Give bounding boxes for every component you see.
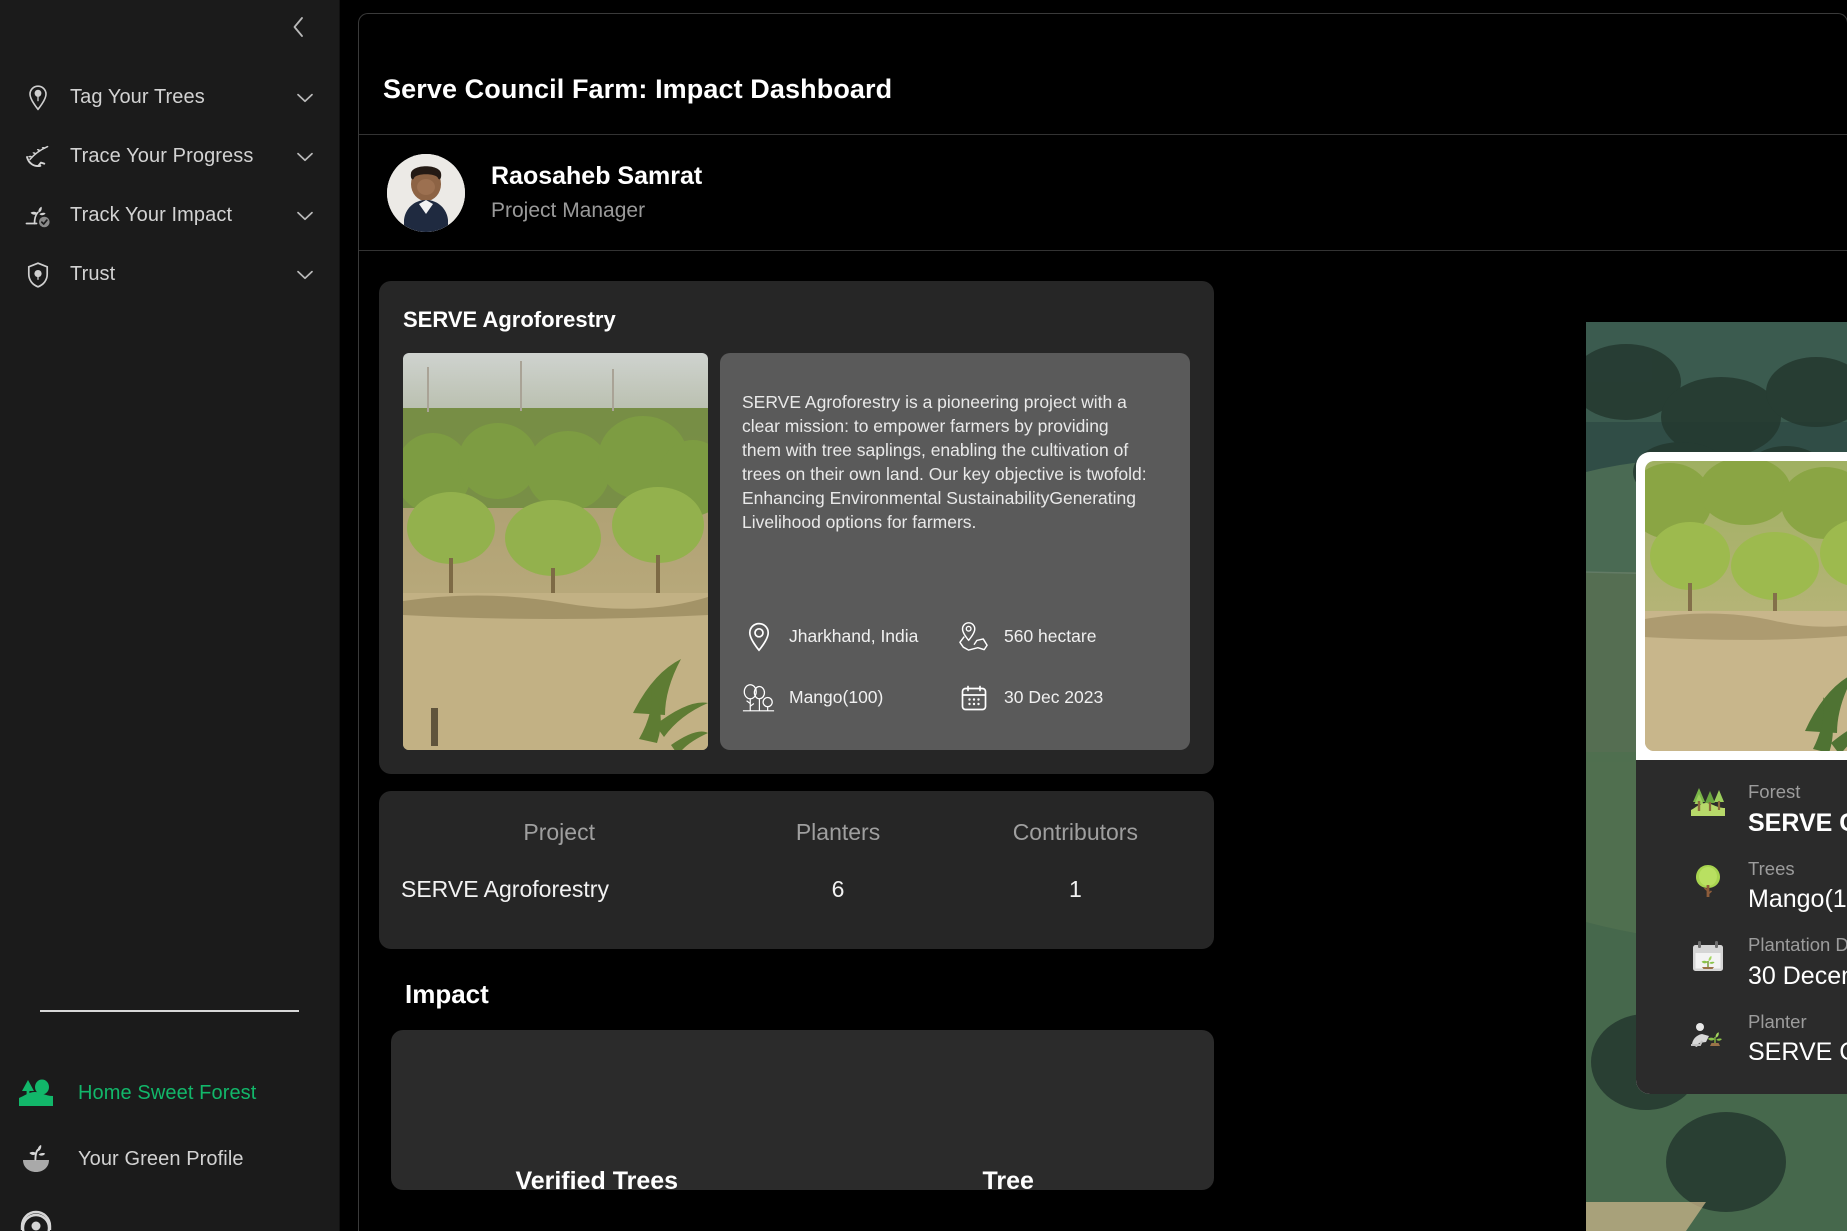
info-value: SERVE Council xyxy=(1748,808,1847,837)
stats-cell-planters: 6 xyxy=(831,876,845,902)
project-card-title: SERVE Agroforestry xyxy=(403,307,616,332)
info-value: 30 December 2024 xyxy=(1748,961,1847,990)
sprout-growth-icon xyxy=(24,143,52,171)
app-root: Tag Your Trees Trace Your Progress Track… xyxy=(0,0,1847,1231)
land-area-icon xyxy=(957,620,990,653)
shield-icon xyxy=(24,261,52,289)
info-row-plantation-date: Plantation Date 30 December 2024 xyxy=(1688,931,1847,994)
planter-icon xyxy=(1688,1014,1728,1054)
forest-home-icon xyxy=(14,1071,58,1115)
plant-verified-icon xyxy=(24,202,52,230)
info-value: Mango(100) xyxy=(1748,885,1847,914)
info-text: Forest SERVE Council xyxy=(1748,778,1847,841)
table-row: SERVE Agroforestry 6 1 xyxy=(399,846,1194,903)
sidebar-item-trust[interactable]: Trust xyxy=(0,245,339,304)
stats-cell-contributors: 1 xyxy=(1068,876,1082,902)
sidebar-item-label: Tag Your Trees xyxy=(70,86,205,108)
mango-orchard-photo[interactable] xyxy=(1645,461,1847,751)
info-label: Planter xyxy=(1748,1010,1807,1032)
chevron-down-icon[interactable] xyxy=(295,147,315,167)
project-card: SERVE Agroforestry SERVE Agroforestry is… xyxy=(379,281,1214,774)
info-value: SERVE Council xyxy=(1748,1038,1847,1067)
stats-table: Project Planters Contributors SERVE Agro… xyxy=(379,791,1214,949)
chevron-down-icon[interactable] xyxy=(295,88,315,108)
meta-trees: Mango(100) xyxy=(742,681,957,714)
impact-card: Verified Trees Tree xyxy=(391,1030,1214,1195)
calendar-icon xyxy=(957,681,990,714)
sidebar-item-your-green-profile[interactable]: Your Green Profile xyxy=(0,1126,339,1192)
map-pin-tree-icon xyxy=(24,84,52,112)
satellite-map-panel[interactable]: Forest SERVE Council xyxy=(1586,322,1847,1231)
sidebar-item-label: Track Your Impact xyxy=(70,204,233,226)
info-label: Plantation Date xyxy=(1748,934,1847,955)
stats-header-contributors: Contributors xyxy=(1012,819,1138,845)
profile-name: Raosaheb Samrat xyxy=(491,161,703,190)
sidebar-item-label: Home Sweet Forest xyxy=(78,1081,257,1104)
info-label: Forest xyxy=(1748,781,1801,802)
sidebar-item-home-sweet-forest[interactable]: Home Sweet Forest xyxy=(0,1060,339,1126)
meta-trees-text: Mango(100) xyxy=(789,687,884,707)
sidebar-item-label: Your Green Profile xyxy=(78,1147,244,1170)
chevron-down-icon[interactable] xyxy=(295,265,315,285)
map-popup-card[interactable]: Forest SERVE Council xyxy=(1636,452,1847,1094)
info-text: Plantation Date 30 December 2024 xyxy=(1748,931,1847,994)
plot-info-panel: Forest SERVE Council xyxy=(1636,760,1847,1094)
impact-col-verified-trees: Verified Trees xyxy=(515,1167,679,1195)
meta-location-text: Jharkhand, India xyxy=(789,626,919,646)
stats-header-project: Project xyxy=(523,819,595,845)
info-row-trees: Trees Mango(100) xyxy=(1688,855,1847,918)
sidebar-item-label: Trust xyxy=(70,263,116,285)
chevron-down-icon[interactable] xyxy=(295,206,315,226)
info-row-forest: Forest SERVE Council xyxy=(1688,778,1847,841)
stats-cell-project: SERVE Agroforestry xyxy=(401,876,609,902)
left-column: SERVE Agroforestry SERVE Agroforestry is… xyxy=(359,251,1214,1195)
potted-sprout-icon xyxy=(14,1137,58,1181)
tree-icon xyxy=(1688,861,1728,901)
main-content: Serve Council Farm: Impact Dashboard Rao… xyxy=(340,0,1847,1231)
popup-image-row xyxy=(1645,461,1847,751)
impact-columns: Verified Trees Tree xyxy=(391,1167,1214,1196)
sidebar-item-track-your-impact[interactable]: Track Your Impact xyxy=(0,186,339,245)
location-pin-icon xyxy=(742,620,775,653)
meta-area: 560 hectare xyxy=(957,620,1166,653)
sidebar-primary-nav: Tag Your Trees Trace Your Progress Track… xyxy=(0,0,339,304)
info-text: Planter SERVE Council xyxy=(1748,1008,1847,1071)
meta-date-text: 30 Dec 2023 xyxy=(1004,687,1104,707)
avatar xyxy=(387,153,465,232)
mango-orchard-photo xyxy=(403,353,708,750)
sidebar-item-tag-your-trees[interactable]: Tag Your Trees xyxy=(0,68,339,127)
forest-icon xyxy=(1688,784,1728,824)
info-label: Trees xyxy=(1748,857,1795,879)
stats-header-planters: Planters xyxy=(795,819,881,845)
sidebar-item-trace-your-progress[interactable]: Trace Your Progress xyxy=(0,127,339,186)
impact-heading: Impact xyxy=(405,979,489,1009)
sidebar-secondary-nav: Home Sweet Forest Your Green Profile xyxy=(0,1060,339,1231)
trees-icon xyxy=(742,681,775,714)
chevron-left-icon xyxy=(288,14,308,40)
profile-text: Raosaheb Samrat Project Manager xyxy=(491,160,702,225)
info-text: Trees Mango(100) xyxy=(1748,855,1847,918)
sidebar-divider xyxy=(40,1010,299,1012)
sidebar-item-label: Trace Your Progress xyxy=(70,145,254,167)
sidebar: Tag Your Trees Trace Your Progress Track… xyxy=(0,0,340,1231)
info-row-planter: Planter SERVE Council xyxy=(1688,1008,1847,1071)
calendar-plant-icon xyxy=(1688,937,1728,977)
project-meta-grid: Jharkhand, India 560 hectare Mango(100) … xyxy=(742,620,1166,728)
meta-area-text: 560 hectare xyxy=(1004,626,1097,646)
project-description-box: SERVE Agroforestry is a pioneering proje… xyxy=(720,353,1190,750)
sidebar-collapse-button[interactable] xyxy=(281,10,315,44)
profile-role: Project Manager xyxy=(491,198,646,222)
page-title: Serve Council Farm: Impact Dashboard xyxy=(383,74,893,104)
impact-col-tree: Tree xyxy=(982,1167,1034,1195)
meta-date: 30 Dec 2023 xyxy=(957,681,1166,714)
sidebar-item-support[interactable] xyxy=(0,1192,339,1231)
support-agent-icon xyxy=(14,1203,58,1231)
meta-location: Jharkhand, India xyxy=(742,620,957,653)
profile-strip: Raosaheb Samrat Project Manager xyxy=(359,135,1847,250)
stats-header-row: Project Planters Contributors xyxy=(399,819,1194,846)
project-description: SERVE Agroforestry is a pioneering proje… xyxy=(742,392,1147,532)
